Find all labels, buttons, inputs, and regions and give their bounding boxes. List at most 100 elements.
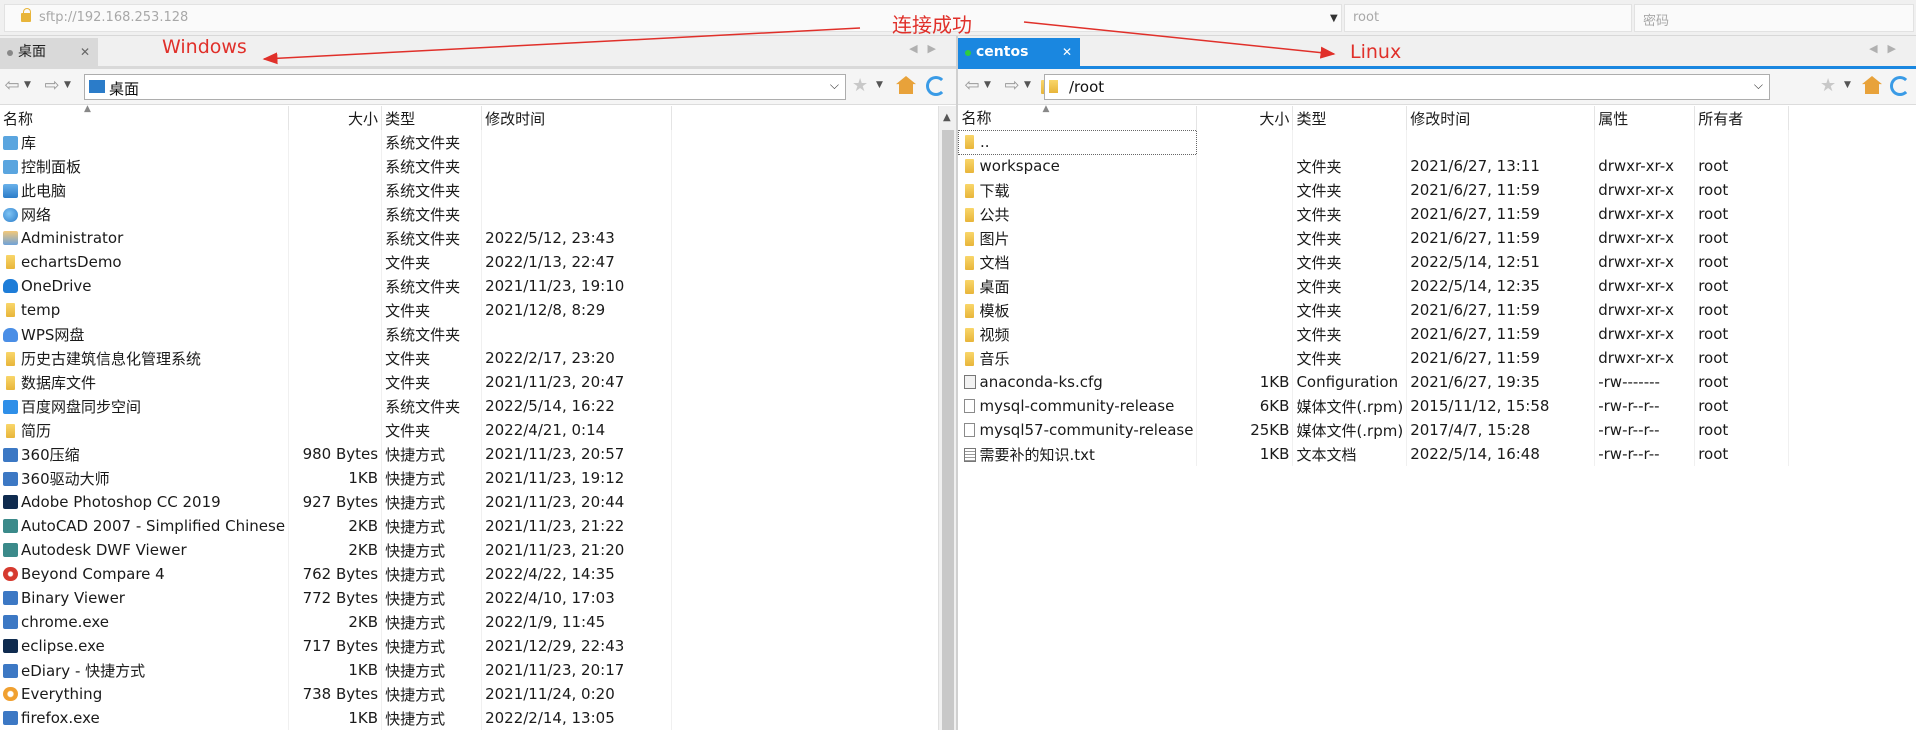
- file-row[interactable]: 简历 文件夹 2022/4/21, 0:14: [0, 418, 673, 442]
- file-row[interactable]: firefox.exe 1KB 快捷方式 2022/2/14, 13:05: [0, 706, 673, 730]
- tab-remote-centos[interactable]: centos ✕: [958, 38, 1080, 66]
- chevron-down-icon[interactable]: ▼: [1844, 80, 1851, 90]
- chevron-down-icon[interactable]: ⌵: [1754, 78, 1763, 93]
- local-path-box[interactable]: 桌面 ⌵: [84, 74, 846, 100]
- tab-local-desktop[interactable]: 桌面 ✕: [0, 38, 98, 66]
- column-header-owner[interactable]: 所有者: [1694, 106, 1790, 130]
- username-field[interactable]: root: [1344, 4, 1632, 32]
- chevron-down-icon[interactable]: ▼: [24, 80, 31, 90]
- forward-arrow-icon[interactable]: ⇨: [42, 76, 62, 96]
- password-field[interactable]: 密码: [1634, 4, 1914, 32]
- file-name: 音乐: [979, 349, 1010, 368]
- file-row[interactable]: 此电脑 系统文件夹: [0, 178, 673, 202]
- chevron-down-icon[interactable]: ▼: [984, 80, 991, 90]
- file-row[interactable]: Beyond Compare 4 762 Bytes 快捷方式 2022/4/22, …: [0, 562, 673, 586]
- file-type-cell: 系统文件夹: [381, 394, 483, 418]
- column-header-type[interactable]: 类型: [381, 106, 483, 130]
- file-row[interactable]: 模板 文件夹 2021/6/27, 11:59 drwxr-xr-x root: [958, 298, 1790, 322]
- column-header-name[interactable]: 名称 ▲: [0, 104, 290, 130]
- file-size-cell: [288, 250, 383, 274]
- file-row[interactable]: 百度网盘同步空间 系统文件夹 2022/5/14, 16:22: [0, 394, 673, 418]
- file-size-cell: 6KB: [1196, 394, 1294, 418]
- back-arrow-icon[interactable]: ⇦: [962, 76, 982, 96]
- file-row[interactable]: anaconda-ks.cfg 1KB Configuration 2021/6/27…: [958, 370, 1790, 394]
- file-row[interactable]: WPS网盘 系统文件夹: [0, 322, 673, 346]
- close-icon[interactable]: ✕: [80, 38, 90, 66]
- column-header-size[interactable]: 大小: [288, 106, 383, 130]
- file-icon: [963, 423, 975, 437]
- file-row[interactable]: eDiary - 快捷方式 1KB 快捷方式 2021/11/23, 20:17: [0, 658, 673, 682]
- back-arrow-icon[interactable]: ⇦: [2, 76, 22, 96]
- file-row[interactable]: Everything 738 Bytes 快捷方式 2021/11/24, 0:20: [0, 682, 673, 706]
- bookmark-star-icon[interactable]: ★: [1820, 75, 1836, 96]
- file-row[interactable]: Binary Viewer 772 Bytes 快捷方式 2022/4/10, 17:…: [0, 586, 673, 610]
- file-row[interactable]: 360压缩 980 Bytes 快捷方式 2021/11/23, 20:57: [0, 442, 673, 466]
- folder-icon: [965, 135, 974, 149]
- chevron-down-icon[interactable]: ▼: [64, 80, 71, 90]
- refresh-icon[interactable]: [1890, 76, 1910, 96]
- file-row[interactable]: 360驱动大师 1KB 快捷方式 2021/11/23, 19:12: [0, 466, 673, 490]
- column-header-name[interactable]: 名称 ▲: [958, 104, 1198, 130]
- file-row[interactable]: AutoCAD 2007 - Simplified Chinese 2KB 快捷方式…: [0, 514, 673, 538]
- eclipse-icon: [3, 639, 18, 653]
- file-row[interactable]: 公共 文件夹 2021/6/27, 11:59 drwxr-xr-x root: [958, 202, 1790, 226]
- file-row[interactable]: mysql-community-release 6KB 媒体文件(.rpm) 2015…: [958, 394, 1790, 418]
- chevron-down-icon[interactable]: ▼: [876, 80, 883, 90]
- host-address-field[interactable]: sftp://192.168.253.128 ▼: [4, 4, 1342, 32]
- file-row[interactable]: 视频 文件夹 2021/6/27, 11:59 drwxr-xr-x root: [958, 322, 1790, 346]
- file-row[interactable]: 网络 系统文件夹: [0, 202, 673, 226]
- home-icon[interactable]: [896, 76, 916, 94]
- file-row[interactable]: 需要补的知识.txt 1KB 文本文档 2022/5/14, 16:48 -rw-r--…: [958, 442, 1790, 466]
- file-name: 库: [21, 133, 37, 152]
- bookmark-star-icon[interactable]: ★: [852, 75, 868, 96]
- file-row[interactable]: workspace 文件夹 2021/6/27, 13:11 drwxr-xr-x ro…: [958, 154, 1790, 178]
- file-type-cell: 文件夹: [1292, 274, 1408, 298]
- file-row[interactable]: 桌面 文件夹 2022/5/14, 12:35 drwxr-xr-x root: [958, 274, 1790, 298]
- remote-path-box[interactable]: /root ⌵: [1044, 74, 1770, 100]
- file-row[interactable]: eclipse.exe 717 Bytes 快捷方式 2021/12/29, 22:4…: [0, 634, 673, 658]
- file-row[interactable]: Administrator 系统文件夹 2022/5/12, 23:43: [0, 226, 673, 250]
- tab-scroll-arrows-icon[interactable]: ◀▶: [909, 42, 946, 55]
- file-row[interactable]: temp 文件夹 2021/12/8, 8:29: [0, 298, 673, 322]
- file-row[interactable]: 数据库文件 文件夹 2021/11/23, 20:47: [0, 370, 673, 394]
- column-header-permissions[interactable]: 属性: [1594, 106, 1696, 130]
- chevron-down-icon[interactable]: ▼: [1330, 13, 1338, 24]
- column-header-modified[interactable]: 修改时间: [481, 106, 673, 130]
- file-row[interactable]: 文档 文件夹 2022/5/14, 12:51 drwxr-xr-x root: [958, 250, 1790, 274]
- scroll-up-icon[interactable]: ▲: [943, 112, 951, 123]
- file-row[interactable]: OneDrive 系统文件夹 2021/11/23, 19:10: [0, 274, 673, 298]
- file-row[interactable]: chrome.exe 2KB 快捷方式 2022/1/9, 11:45: [0, 610, 673, 634]
- refresh-icon[interactable]: [926, 76, 946, 96]
- file-name-cell: 此电脑: [0, 178, 290, 202]
- file-name-cell: OneDrive: [0, 274, 290, 298]
- file-row[interactable]: 音乐 文件夹 2021/6/27, 11:59 drwxr-xr-x root: [958, 346, 1790, 370]
- column-header-size[interactable]: 大小: [1196, 106, 1294, 130]
- chevron-down-icon[interactable]: ⌵: [830, 78, 839, 93]
- column-label: 类型: [1296, 109, 1327, 128]
- sort-caret-icon: ▲: [1042, 104, 1050, 114]
- file-row[interactable]: 图片 文件夹 2021/6/27, 11:59 drwxr-xr-x root: [958, 226, 1790, 250]
- file-row[interactable]: 控制面板 系统文件夹: [0, 154, 673, 178]
- file-row[interactable]: echartsDemo 文件夹 2022/1/13, 22:47: [0, 250, 673, 274]
- forward-arrow-icon[interactable]: ⇨: [1002, 76, 1022, 96]
- home-icon[interactable]: [1862, 76, 1882, 94]
- wps-cloud-icon: [3, 327, 18, 342]
- scroll-thumb[interactable]: [942, 130, 954, 730]
- file-row[interactable]: 库 系统文件夹: [0, 130, 673, 154]
- file-row[interactable]: ..: [958, 129, 1790, 155]
- file-row[interactable]: 下载 文件夹 2021/6/27, 11:59 drwxr-xr-x root: [958, 178, 1790, 202]
- local-vertical-scrollbar[interactable]: ▲: [938, 106, 956, 730]
- file-size-cell: [288, 178, 383, 202]
- column-header-type[interactable]: 类型: [1292, 106, 1408, 130]
- file-row[interactable]: Autodesk DWF Viewer 2KB 快捷方式 2021/11/23, 21…: [0, 538, 673, 562]
- file-name-cell: eDiary - 快捷方式: [0, 658, 290, 682]
- file-row[interactable]: 历史古建筑信息化管理系统 文件夹 2022/2/17, 23:20: [0, 346, 673, 370]
- folder-icon: [964, 159, 974, 174]
- file-row[interactable]: Adobe Photoshop CC 2019 927 Bytes 快捷方式 2021…: [0, 490, 673, 514]
- file-row[interactable]: mysql57-community-release 25KB 媒体文件(.rpm) 2…: [958, 418, 1790, 442]
- file-type-cell: 系统文件夹: [381, 178, 483, 202]
- chevron-down-icon[interactable]: ▼: [1024, 80, 1031, 90]
- tab-scroll-arrows-icon[interactable]: ◀▶: [1869, 42, 1906, 55]
- column-header-modified[interactable]: 修改时间: [1406, 106, 1596, 130]
- close-icon[interactable]: ✕: [1062, 38, 1072, 66]
